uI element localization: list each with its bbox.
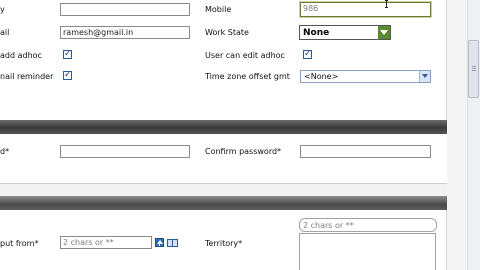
scrollbar-grip-line [472, 66, 476, 67]
mobile-input-value: 986 [303, 4, 319, 13]
vertical-scrollbar-thumb[interactable] [468, 40, 479, 98]
checkmark-icon: ✓ [64, 70, 72, 80]
add-adhoc-checkbox[interactable]: ✓ [63, 49, 72, 59]
email-input[interactable]: ramesh@gmail.in [60, 26, 190, 39]
scrollbar-grip-line [472, 68, 476, 69]
territory-search-placeholder: 2 chars or ** [303, 221, 354, 230]
confirm-password-label: Confirm password* [205, 147, 282, 156]
row1-left-input[interactable] [60, 3, 190, 16]
mobile-input[interactable]: 986 [300, 2, 431, 17]
checkmark-icon: ✓ [64, 49, 72, 59]
territory-search-input[interactable]: 2 chars or ** [299, 218, 437, 232]
user-can-edit-adhoc-checkbox[interactable]: ✓ [303, 49, 312, 59]
territory-label: Territory* [205, 239, 243, 248]
timezone-offset-label: Time zone offset gmt [205, 72, 290, 81]
user-can-edit-adhoc-label: User can edit adhoc [205, 51, 285, 60]
password-section-header [0, 120, 447, 134]
upload-icon[interactable] [155, 238, 164, 247]
row1-left-label: y [0, 5, 5, 14]
address-book-icon[interactable] [167, 239, 178, 247]
email-reminder-checkbox[interactable]: ✓ [63, 70, 72, 80]
password-label: d* [0, 147, 10, 156]
text-cursor-icon [385, 0, 389, 9]
work-state-value: None [303, 28, 330, 38]
work-state-dropdown-button[interactable] [378, 26, 390, 39]
confirm-password-input[interactable] [300, 145, 431, 158]
email-reminder-label: nail reminder [0, 72, 54, 81]
chevron-down-icon [380, 30, 388, 35]
checkmark-icon: ✓ [304, 49, 312, 59]
section-gap [0, 184, 447, 196]
mobile-label: Mobile [205, 5, 232, 14]
email-label: ail [0, 28, 10, 37]
work-state-label: Work State [205, 28, 249, 37]
password-input[interactable] [60, 145, 190, 158]
work-state-select[interactable]: None [299, 25, 391, 40]
territory-section-header [0, 196, 447, 210]
chevron-down-icon [422, 74, 428, 78]
add-adhoc-label: add adhoc [0, 51, 42, 60]
password-panel [0, 134, 447, 184]
timezone-offset-select[interactable]: <None> [300, 70, 431, 83]
report-from-label: put from* [0, 239, 39, 248]
timezone-dropdown-button[interactable] [419, 71, 430, 82]
report-from-placeholder: 2 chars or ** [63, 238, 114, 247]
window-background [447, 0, 467, 270]
territory-list-box[interactable] [299, 233, 436, 270]
report-from-input[interactable]: 2 chars or ** [60, 236, 152, 249]
timezone-offset-value: <None> [304, 72, 339, 81]
scrollbar-grip-line [472, 70, 476, 71]
